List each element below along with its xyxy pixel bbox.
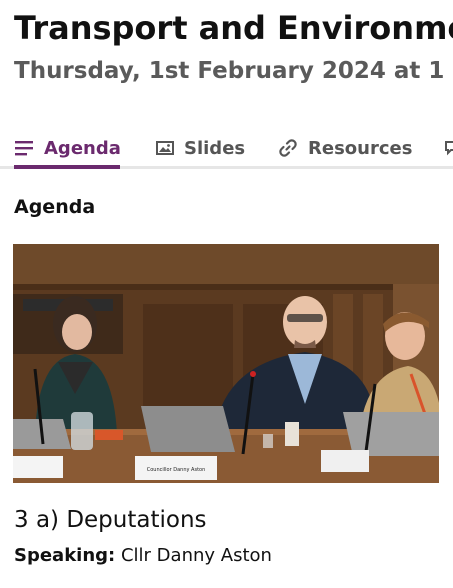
speaking-label: Speaking:: [14, 545, 116, 566]
speaker-name: Cllr Danny Aston: [120, 545, 272, 566]
section-heading: Agenda: [14, 196, 96, 218]
tab-resources[interactable]: Resources: [278, 128, 412, 168]
tab-agenda[interactable]: Agenda: [14, 128, 121, 168]
agenda-item-title: 3 a) Deputations: [14, 507, 207, 533]
active-tab-indicator: [14, 165, 120, 169]
tab-label: Resources: [308, 137, 413, 159]
tab-label: Slides: [184, 137, 246, 159]
tab-more[interactable]: [444, 128, 453, 168]
link-icon: [278, 138, 298, 158]
tab-label: Agenda: [44, 137, 121, 159]
meeting-date: Thursday, 1st February 2024 at 1: [14, 58, 445, 84]
list-icon: [14, 139, 34, 157]
video-player[interactable]: Councillor Danny Aston: [13, 244, 439, 483]
chat-icon: [444, 139, 453, 157]
video-frame: Councillor Danny Aston: [13, 244, 439, 483]
page-title: Transport and Environment: [14, 9, 453, 47]
image-icon: [156, 140, 174, 156]
nameplate-text: Councillor Danny Aston: [147, 467, 206, 473]
tab-slides[interactable]: Slides: [156, 128, 245, 168]
tab-bar: Agenda Slides Resources: [0, 128, 453, 170]
page: Transport and Environment Thursday, 1st …: [0, 0, 453, 588]
speaker-line: Speaking: Cllr Danny Aston: [14, 543, 272, 569]
